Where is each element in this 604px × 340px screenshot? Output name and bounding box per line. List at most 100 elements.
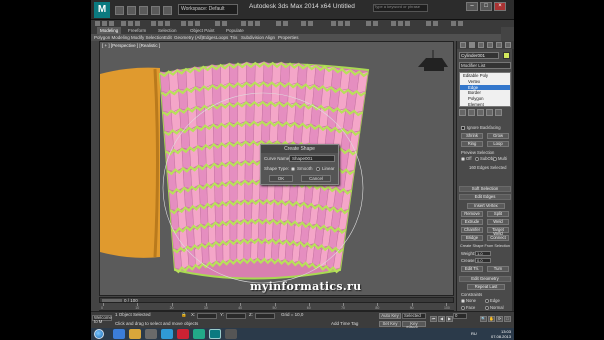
ribbon-align[interactable]: Align [265,34,275,41]
undo-icon[interactable] [151,6,160,15]
soft-selection-rollout[interactable]: Soft Selection [459,186,511,192]
motion-tab-icon[interactable] [487,42,493,48]
object-color-swatch[interactable] [503,52,510,59]
linear-radio[interactable] [316,167,320,171]
target-weld-button[interactable]: Target Weld [487,227,509,236]
previous-frame-button[interactable]: ◀ [438,316,445,322]
extrude-button[interactable]: Extrude [461,219,483,225]
repeat-last-button[interactable]: Repeat Last [467,284,505,290]
selected-dropdown[interactable]: Selected [402,313,426,319]
ribbon-properties[interactable]: Properties [278,34,299,41]
time-slider-thumb[interactable] [102,299,122,302]
ribbon-geometry[interactable]: Geometry (All) [174,34,203,41]
play-button[interactable]: ▶ [446,316,453,322]
shrink-button[interactable]: Shrink [461,133,483,139]
edit-tri-button[interactable]: Edit Tri. [461,266,483,272]
display-tab-icon[interactable] [496,42,502,48]
explorer-icon[interactable] [129,329,141,339]
app-icon[interactable] [193,329,205,339]
object-name-input[interactable]: Cylinder001 [459,52,499,59]
hierarchy-tab-icon[interactable] [478,42,484,48]
ribbon-subdivision[interactable]: Subdivision [241,34,264,41]
constraint-normal-radio[interactable] [485,306,489,310]
bridge-button[interactable]: Bridge [461,235,483,241]
remove-modifier-icon[interactable] [486,109,493,116]
key-filters-button[interactable]: Key Filters... [402,321,426,330]
track-bar[interactable]: 0 10 20 30 40 50 60 70 80 90 100 [99,303,454,311]
set-key-button[interactable]: Set Key [379,321,401,327]
remove-button[interactable]: Remove [461,211,483,217]
ribbon-edges[interactable]: Edges [203,34,216,41]
minimize-button[interactable]: – [466,2,478,11]
ribbon-modify-selection[interactable]: Modify Selection [131,34,164,41]
chamfer-button[interactable]: Chamfer [461,227,483,233]
pin-stack-icon[interactable] [459,109,466,116]
go-to-start-button[interactable]: ⏮ [430,316,437,322]
new-icon[interactable] [115,6,124,15]
tab-object-paint[interactable]: Object Paint [187,27,218,34]
tab-selection[interactable]: Selection [155,27,180,34]
workspace-dropdown[interactable]: Workspace: Default [178,4,238,15]
maxscript-listener[interactable]: Welcome to M [92,315,112,324]
open-icon[interactable] [127,6,136,15]
ribbon-loops[interactable]: Loops [216,34,228,41]
constraint-face-radio[interactable] [461,306,465,310]
ie-icon[interactable] [113,329,125,339]
weld-button[interactable]: Weld [487,219,509,225]
insert-vertex-button[interactable]: Insert Vertex [467,203,505,209]
maximize-button[interactable]: □ [480,2,492,11]
curve-name-input[interactable]: Shape001 [289,155,335,162]
pan-icon[interactable]: ✋ [488,316,495,322]
x-coordinate[interactable] [197,313,217,319]
make-unique-icon[interactable] [477,109,484,116]
tab-modeling[interactable]: Modeling [97,27,122,34]
weight-input[interactable]: 1.0 [475,251,491,256]
system-clock[interactable]: 13:03 07.08.2013 [491,329,511,339]
crease-input[interactable]: 0.0 [475,258,491,263]
ring-button[interactable]: Ring [461,141,483,147]
tab-populate[interactable]: Populate [223,27,247,34]
configure-sets-icon[interactable] [495,109,502,116]
split-button[interactable]: Split [487,211,509,217]
y-coordinate[interactable] [226,313,246,319]
language-indicator[interactable]: RU [471,331,477,336]
start-button[interactable] [94,329,104,339]
loop-button[interactable]: Loop [487,141,509,147]
ignore-backfacing-checkbox[interactable] [461,126,465,130]
add-time-tag[interactable]: Add Time Tag [331,321,358,326]
modifier-list-dropdown[interactable]: Modifier List [459,62,511,69]
edit-geometry-rollout[interactable]: Edit Geometry [459,276,511,282]
opera-icon[interactable] [177,329,189,339]
constraint-edge-radio[interactable] [485,299,489,303]
create-shape-button[interactable]: Create Shape From Selection [460,244,510,248]
create-tab-icon[interactable] [460,42,466,48]
viewcube-icon[interactable] [418,58,448,71]
modify-tab-icon[interactable] [469,42,475,48]
ok-button[interactable]: OK [269,175,293,182]
command-panel-scrollbar[interactable] [512,49,514,317]
app-logo-icon[interactable]: M [94,2,110,18]
connect-button[interactable]: Connect [487,235,509,241]
camtasia-icon[interactable] [225,329,237,339]
preview-subobj-radio[interactable] [475,157,479,161]
constraint-none-radio[interactable] [461,299,465,303]
stack-element[interactable]: Element [460,102,510,108]
utilities-tab-icon[interactable] [505,42,511,48]
turn-button[interactable]: Turn [487,266,509,272]
edit-edges-rollout[interactable]: Edit Edges [459,194,511,200]
current-frame-input[interactable]: 0 [453,313,467,319]
viewport-label[interactable]: [ + ] [Perspective ] [Realistic ] [102,43,160,48]
save-icon[interactable] [139,6,148,15]
search-input[interactable]: Type a keyword or phrase [373,4,428,12]
show-end-result-icon[interactable] [468,109,475,116]
toolbar-icons[interactable] [91,20,514,27]
ribbon-tris[interactable]: Tris [230,34,237,41]
maximize-viewport-icon[interactable]: □ [504,316,511,322]
preview-off-radio[interactable] [461,157,465,161]
ribbon-polygon-modeling[interactable]: Polygon Modeling [94,34,130,41]
zoom-icon[interactable]: 🔍 [480,316,487,322]
skype-icon[interactable] [161,329,173,339]
cancel-button[interactable]: Cancel [301,175,331,182]
orbit-icon[interactable]: ⟳ [496,316,503,322]
media-icon[interactable] [145,329,157,339]
